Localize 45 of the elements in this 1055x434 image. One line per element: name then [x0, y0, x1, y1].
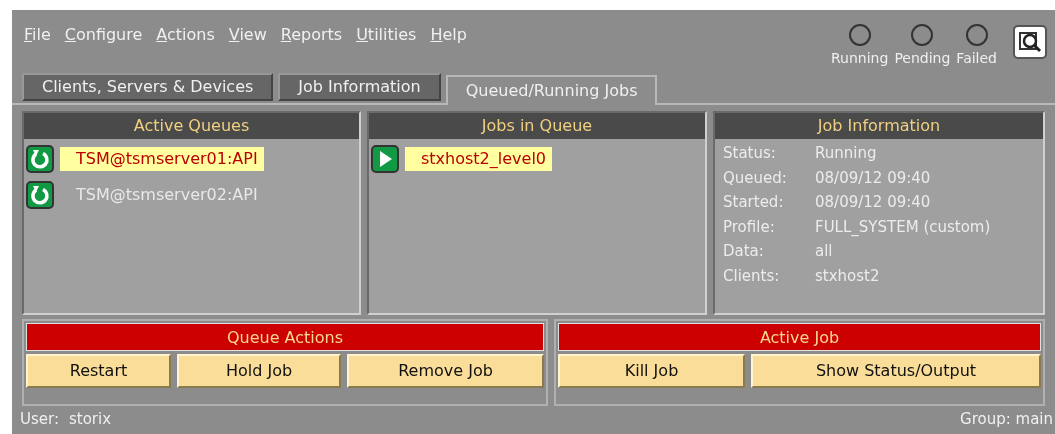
- field-label: Profile:: [723, 216, 776, 238]
- menu-item[interactable]: Actions: [156, 23, 215, 47]
- field-label: Started:: [723, 192, 785, 214]
- section-header: Active Job: [558, 323, 1041, 352]
- menu-item[interactable]: Reports: [280, 23, 343, 47]
- refresh-icon: [26, 145, 54, 174]
- tab[interactable]: Job Information: [278, 73, 441, 102]
- status-label: Failed: [956, 49, 997, 68]
- menu-item[interactable]: Help: [430, 23, 467, 47]
- action-button[interactable]: Kill Job: [558, 354, 745, 389]
- play-icon: [371, 145, 399, 174]
- refresh-icon: [26, 181, 54, 210]
- user-label: User:: [20, 408, 59, 430]
- field-value: stxhost2: [815, 265, 881, 287]
- menu-item[interactable]: Configure: [64, 23, 143, 47]
- tab[interactable]: Clients, Servers & Devices: [22, 73, 274, 102]
- tab[interactable]: Queued/Running Jobs: [445, 75, 658, 106]
- field-value: FULL_SYSTEM (custom): [815, 216, 992, 238]
- list-item[interactable]: stxhost2_level0: [405, 147, 553, 172]
- panel-header: Job Information: [715, 113, 1043, 140]
- field-label: Clients:: [723, 265, 781, 287]
- field-value: all: [815, 241, 834, 263]
- list-item[interactable]: TSM@tsmserver01:API: [60, 147, 264, 172]
- action-button[interactable]: Remove Job: [347, 354, 544, 389]
- field-label: Status:: [723, 143, 777, 165]
- user-value: storix: [69, 408, 112, 430]
- field-value: 08/09/12 09:40: [815, 167, 932, 189]
- panel-header: Active Queues: [24, 113, 359, 140]
- field-value: Running: [815, 143, 878, 165]
- status-label: Pending: [894, 49, 951, 68]
- field-label: Data:: [723, 241, 765, 263]
- field-value: 08/09/12 09:40: [815, 192, 932, 214]
- menu-item[interactable]: File: [24, 23, 51, 47]
- menu-item[interactable]: Utilities: [356, 23, 417, 47]
- status-label: Running: [831, 49, 889, 68]
- section-header: Queue Actions: [26, 323, 544, 352]
- search-button[interactable]: [1013, 25, 1047, 59]
- action-button[interactable]: Hold Job: [177, 354, 341, 389]
- panel-header: Jobs in Queue: [369, 113, 705, 140]
- action-button[interactable]: Restart: [26, 354, 171, 389]
- group-label: Group: main: [960, 408, 1053, 430]
- field-label: Queued:: [723, 167, 788, 189]
- menu-item[interactable]: View: [228, 23, 267, 47]
- action-button[interactable]: Show Status/Output: [751, 354, 1041, 389]
- magnifier-icon: [1018, 30, 1042, 54]
